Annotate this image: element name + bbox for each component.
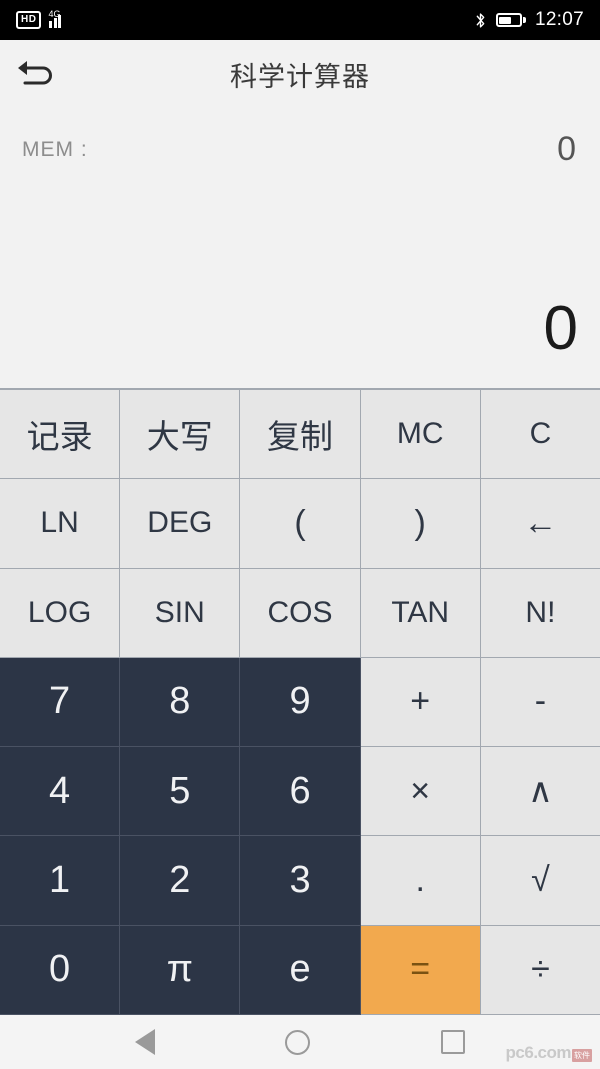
key-0[interactable]: 0: [0, 925, 121, 1015]
keypad-row: 记录 大写 复制 MC C: [0, 390, 600, 480]
android-nav-bar: pc6 .com 软件: [0, 1015, 600, 1069]
keypad-row: LOG SIN COS TAN N!: [0, 568, 600, 658]
key-copy[interactable]: 复制: [240, 390, 361, 480]
keypad-row: 1 2 3. √: [0, 836, 600, 926]
key-2[interactable]: 2: [120, 836, 241, 926]
key-6[interactable]: 6: [240, 747, 361, 837]
key-9[interactable]: 9: [240, 657, 361, 748]
key-1[interactable]: 1: [0, 836, 121, 926]
key-7[interactable]: 7: [0, 657, 121, 748]
key-paren-close[interactable]: ): [360, 479, 481, 569]
status-bar: HD 4G 12:07: [0, 0, 600, 40]
key-4[interactable]: 4: [0, 747, 121, 837]
watermark: pc6 .com 软件: [506, 1043, 592, 1063]
result-value: 0: [543, 294, 578, 363]
page-title: 科学计算器: [230, 61, 370, 92]
key-pi[interactable]: π: [120, 925, 241, 1015]
key-divide[interactable]: ÷: [480, 925, 600, 1015]
key-5[interactable]: 5: [120, 747, 241, 837]
battery-icon: [495, 13, 526, 27]
status-bar-left: HD 4G: [16, 8, 66, 29]
nav-recents-square-icon[interactable]: [440, 1030, 465, 1054]
watermark-text: pc6: [505, 1043, 534, 1062]
keypad-row: 7 8 9 + -: [0, 657, 600, 748]
key-clear[interactable]: C: [480, 390, 600, 480]
key-backspace[interactable]: ←: [480, 479, 600, 569]
calculator-display: MEM : 0 0: [0, 108, 600, 388]
key-paren-open[interactable]: (: [240, 479, 361, 569]
key-e[interactable]: e: [240, 925, 361, 1015]
key-power[interactable]: ∧: [480, 747, 600, 837]
keypad-row: 0 π e = ÷: [0, 925, 600, 1015]
bluetooth-icon: [476, 12, 485, 28]
phone-screen: HD 4G 12:07 科学计算器 MEM: 0 0 记录 大写 复制 MC …: [0, 0, 600, 1069]
key-tan[interactable]: TAN: [360, 568, 481, 658]
hd-icon: HD: [16, 11, 42, 29]
watermark-badge: 软件: [572, 1049, 592, 1062]
key-sin[interactable]: SIN: [120, 568, 241, 658]
key-mc[interactable]: MC: [360, 390, 481, 480]
key-uppercase[interactable]: 大写: [120, 390, 241, 480]
key-factorial[interactable]: N!: [480, 568, 600, 658]
watermark-suffix: .com: [533, 1043, 571, 1062]
key-multiply[interactable]: ×: [360, 747, 481, 837]
key-sqrt[interactable]: √: [480, 836, 600, 926]
key-log[interactable]: LOG: [0, 568, 121, 658]
key-equals[interactable]: =: [360, 925, 481, 1015]
key-plus[interactable]: +: [360, 657, 481, 748]
key-8[interactable]: 8: [120, 657, 241, 748]
key-minus[interactable]: -: [480, 657, 600, 748]
key-record[interactable]: 记录: [0, 390, 121, 480]
keypad-row: LN DEG() ←: [0, 479, 600, 569]
memory-row: MEM : 0: [0, 108, 600, 169]
clock: 12:07: [534, 9, 584, 30]
memory-label: MEM :: [22, 137, 88, 161]
key-cos[interactable]: COS: [240, 568, 361, 658]
signal-strength-icon: 4G: [48, 8, 66, 28]
key-decimal[interactable]: .: [360, 836, 481, 926]
title-bar: 科学计算器: [0, 40, 600, 108]
status-bar-right: 12:07: [474, 9, 584, 31]
key-3[interactable]: 3: [240, 836, 361, 926]
key-ln[interactable]: LN: [0, 479, 121, 569]
keypad-row: 4 5 6 × ∧: [0, 747, 600, 837]
keypad: 记录 大写 复制 MC C LN DEG() ← LOG SIN COS TAN N! 7 8 9 + -4 5 6 ×…: [0, 388, 600, 1015]
key-deg[interactable]: DEG: [120, 479, 241, 569]
nav-home-circle-icon[interactable]: [285, 1029, 311, 1055]
network-type-label: 4G: [48, 8, 61, 19]
memory-value: 0: [557, 130, 576, 168]
nav-back-triangle-icon[interactable]: [135, 1029, 156, 1055]
